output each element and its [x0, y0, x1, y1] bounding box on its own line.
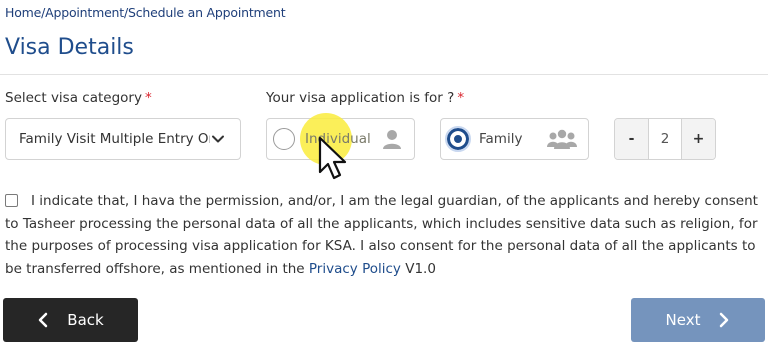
breadcrumb[interactable]: Home/Appointment/Schedule an Appointment [5, 5, 286, 20]
privacy-policy-link[interactable]: Privacy Policy [309, 261, 401, 277]
next-button[interactable]: Next [631, 298, 765, 342]
title-divider [0, 74, 768, 75]
option-family-label: Family [479, 131, 523, 147]
applicant-count-value[interactable]: 2 [649, 119, 681, 159]
visa-category-value: Family Visit Multiple Entry One [19, 131, 210, 147]
application-for-label-text: Your visa application is for ? [266, 90, 455, 106]
decrement-button[interactable]: - [615, 119, 649, 159]
consent-block: I indicate that, I hava the permission, … [5, 190, 763, 280]
applicant-count-stepper[interactable]: - 2 + [614, 118, 716, 160]
page-title: Visa Details [5, 35, 134, 60]
increment-button[interactable]: + [681, 119, 715, 159]
back-button-label: Back [67, 311, 104, 329]
chevron-left-icon [39, 312, 48, 328]
next-button-label: Next [665, 311, 701, 329]
radio-family[interactable] [445, 126, 471, 152]
privacy-policy-version: V1.0 [405, 260, 436, 277]
option-family[interactable]: Family [440, 118, 589, 160]
consent-checkbox[interactable] [5, 194, 18, 207]
back-button[interactable]: Back [3, 298, 138, 342]
required-mark: * [457, 90, 465, 106]
visa-category-label: Select visa category * [5, 90, 152, 106]
group-icon [547, 129, 577, 149]
radio-individual[interactable] [273, 128, 295, 150]
required-mark: * [144, 90, 152, 106]
visa-category-label-text: Select visa category [5, 90, 142, 106]
chevron-down-icon [212, 135, 224, 143]
person-icon [383, 130, 401, 149]
chevron-right-icon [720, 312, 729, 328]
application-for-label: Your visa application is for ? * [266, 90, 464, 106]
visa-category-select[interactable]: Family Visit Multiple Entry One [5, 118, 241, 160]
mouse-cursor-icon [318, 136, 347, 180]
